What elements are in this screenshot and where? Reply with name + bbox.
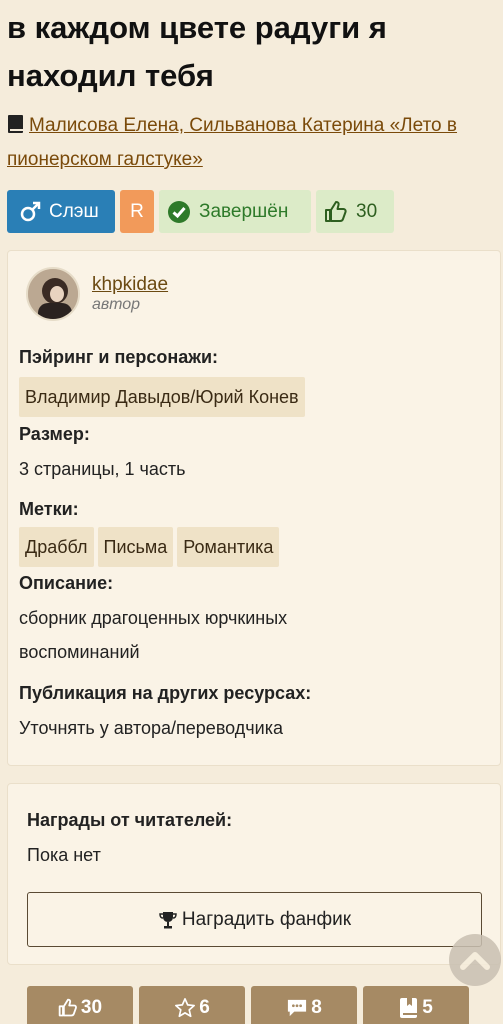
awards-card: Награды от читателей: Пока нет Наградить… (7, 783, 501, 965)
pairing-tag[interactable]: Владимир Давыдов/Юрий Конев (19, 377, 305, 417)
description-heading: Описание: (19, 573, 114, 593)
chevron-up-icon (460, 952, 490, 970)
collections-count: 5 (422, 997, 433, 1018)
badges-row: Слэш R Завершён 30 (7, 190, 394, 233)
likes-badge[interactable]: 30 (316, 190, 394, 233)
author-row[interactable]: khpkidae автор (26, 267, 168, 321)
author-role: автор (92, 296, 141, 313)
bottom-action-bar: 30 6 8 5 (27, 986, 469, 1024)
award-fanfic-button[interactable]: Наградить фанфик (27, 892, 482, 947)
book-bookmark-icon (400, 998, 418, 1018)
book-icon (8, 115, 23, 133)
fandom-line: Малисова Елена, Сильванова Катерина «Лет… (7, 109, 497, 177)
publication-value: Уточнять у автора/переводчика (19, 718, 284, 738)
tag-item[interactable]: Романтика (177, 527, 280, 567)
scroll-to-top-button[interactable] (449, 934, 501, 986)
comment-icon (288, 999, 307, 1017)
award-button-label: Наградить фанфик (181, 908, 352, 930)
avatar[interactable] (26, 267, 80, 321)
status-label: Завершён (199, 200, 289, 222)
awards-value: Пока нет (27, 845, 101, 865)
thumbs-up-icon (58, 998, 77, 1017)
description-value: сборник драгоценных юрчкиных воспоминани… (19, 608, 288, 662)
thumbs-up-icon (325, 200, 347, 222)
pairing-value: Владимир Давыдов/Юрий Конев (19, 377, 489, 417)
fandom-link[interactable]: Малисова Елена, Сильванова Катерина «Лет… (7, 115, 457, 170)
work-info-card: khpkidae автор Пэйринг и персонажи: Влад… (7, 250, 501, 766)
status-badge[interactable]: Завершён (159, 190, 311, 233)
size-value: 3 страницы, 1 часть (19, 459, 186, 479)
comments-button[interactable]: 8 (251, 986, 357, 1024)
direction-badge[interactable]: Слэш (7, 190, 115, 233)
collections-button[interactable]: 5 (363, 986, 469, 1024)
tag-item[interactable]: Письма (97, 527, 174, 567)
rating-badge[interactable]: R (120, 190, 154, 233)
tags-list: Драббл Письма Романтика (19, 527, 489, 567)
gender-icon (20, 201, 41, 221)
tag-item[interactable]: Драббл (19, 527, 94, 567)
comments-count: 8 (311, 997, 322, 1018)
awards-heading: Награды от читателей: (27, 810, 233, 830)
avatar-image (28, 269, 78, 319)
pairing-heading: Пэйринг и персонажи: (19, 347, 219, 367)
star-icon (175, 998, 196, 1018)
like-button[interactable]: 30 (27, 986, 133, 1024)
trophy-icon (159, 911, 177, 928)
favorite-button[interactable]: 6 (139, 986, 245, 1024)
like-count: 30 (80, 997, 103, 1018)
check-circle-icon (168, 200, 190, 223)
size-heading: Размер: (19, 424, 90, 444)
favorite-count: 6 (199, 997, 210, 1018)
tags-heading: Метки: (19, 499, 79, 519)
author-name-link[interactable]: khpkidae (92, 274, 168, 296)
likes-count: 30 (356, 200, 378, 222)
publication-heading: Публикация на других ресурсах: (19, 683, 312, 703)
work-title: в каждом цвете радуги я находил тебя (7, 10, 387, 93)
direction-label: Слэш (49, 200, 99, 222)
